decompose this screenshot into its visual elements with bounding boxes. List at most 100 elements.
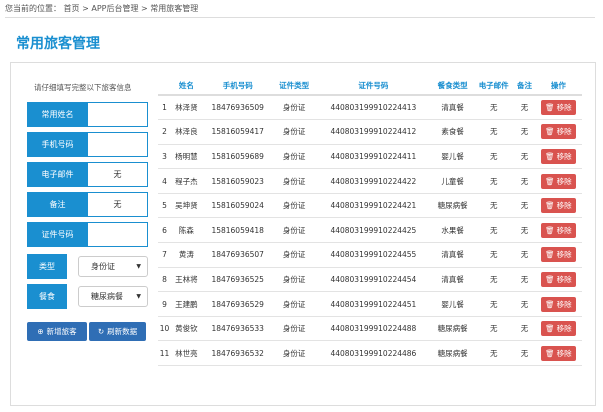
table-cell: 无 — [473, 340, 515, 367]
table-cell: 水果餐 — [432, 217, 474, 244]
table-cell: 黄涛 — [171, 242, 202, 268]
table-cell: 身份证 — [273, 316, 315, 342]
remove-button[interactable]: 🗑 移除 — [541, 222, 576, 238]
crumb-app[interactable]: APP后台管理 — [91, 4, 138, 13]
field-input[interactable] — [88, 102, 148, 127]
table-cell: 王林将 — [171, 267, 202, 293]
form-row: 电子邮件无 — [27, 162, 148, 187]
field-input[interactable]: 无 — [88, 192, 148, 217]
remove-button[interactable]: 🗑 移除 — [541, 148, 576, 164]
table-cell: 18476936525 — [201, 267, 274, 293]
trash-icon: 🗑 — [545, 324, 555, 334]
column-header: 证件类型 — [273, 76, 315, 96]
remove-button[interactable]: 🗑 移除 — [541, 100, 576, 116]
crumb-home[interactable]: 首页 — [64, 4, 80, 13]
remove-button[interactable]: 🗑 移除 — [541, 198, 576, 214]
remove-button[interactable]: 🗑 移除 — [541, 296, 576, 312]
table-row: 1 林泽贤 18476936509 身份证 440803199910224413 清真餐无… — [158, 95, 582, 121]
table-cell: 身份证 — [273, 119, 315, 145]
remove-button[interactable]: 🗑 移除 — [541, 345, 576, 361]
trash-icon: 🗑 — [545, 201, 555, 211]
table-cell: 无 — [514, 144, 535, 170]
table-cell: 黄俊钦 — [171, 316, 202, 342]
passenger-table: 姓名 手机号码 证件类型 证件号码 餐食类型 电子邮件 备注 操作 1 林泽贤 184769365… — [158, 76, 582, 367]
table-cell: 无 — [514, 291, 535, 317]
table-cell: 5 — [158, 193, 172, 219]
table-cell: 清真餐 — [432, 95, 474, 121]
table-cell: 9 — [158, 291, 172, 317]
field-label: 备注 — [27, 192, 88, 217]
page-title: 常用旅客管理 — [16, 36, 100, 52]
add-passenger-button[interactable]: ⊕ 新增旅客 — [27, 322, 87, 341]
table-cell: 林泽贤 — [171, 95, 202, 121]
field-label: 电子邮件 — [27, 162, 88, 187]
table-cell: 18476936533 — [201, 316, 274, 342]
table-cell: 2 — [158, 119, 172, 145]
table-cell: 无 — [473, 316, 515, 342]
table-cell: 440803199910224422 — [314, 168, 433, 194]
table-cell: 440803199910224486 — [314, 340, 433, 367]
table-cell: 无 — [473, 144, 515, 170]
table-row: 10 黄俊钦 18476936533 身份证 440803199910224488 糖尿病… — [158, 316, 582, 342]
table-cell: 林世亮 — [171, 340, 202, 367]
field-label: 手机号码 — [27, 132, 88, 157]
table-cell: 440803199910224411 — [314, 144, 433, 170]
table-row: 9 王建鹏 18476936529 身份证 440803199910224451 婴儿餐无… — [158, 291, 582, 317]
table-cell: 18476936509 — [201, 95, 274, 121]
trash-icon: 🗑 — [545, 299, 555, 309]
table-row: 6 陈森 15816059418 身份证 440803199910224425 水果餐无无… — [158, 217, 582, 244]
refresh-data-button[interactable]: ↻ 刷新数据 — [89, 322, 146, 341]
table-cell: 无 — [514, 217, 535, 244]
table-cell: 无 — [473, 242, 515, 268]
select-dropdown[interactable]: 身份证 ▼ — [78, 256, 148, 277]
trash-icon: 🗑 — [545, 151, 555, 161]
table-cell: 18476936507 — [201, 242, 274, 268]
remove-button[interactable]: 🗑 移除 — [541, 173, 576, 189]
table-cell: 7 — [158, 242, 172, 268]
table-cell: 无 — [473, 193, 515, 219]
table-cell: 无 — [473, 168, 515, 194]
select-row: 类型 身份证 ▼ — [27, 254, 148, 279]
table-cell: 身份证 — [273, 144, 315, 170]
trash-icon: 🗑 — [545, 127, 555, 137]
table-cell: 440803199910224413 — [314, 95, 433, 121]
table-cell: 18476936532 — [201, 340, 274, 367]
refresh-icon: ↻ — [97, 327, 105, 336]
table-cell: 王建鹏 — [171, 291, 202, 317]
table-cell: 陈森 — [171, 217, 202, 244]
table-row: 5 吴坤贤 15816059024 身份证 440803199910224421 糖尿病餐… — [158, 193, 582, 219]
select-dropdown[interactable]: 糖尿病餐 ▼ — [78, 286, 148, 307]
table-row: 8 王林将 18476936525 身份证 440803199910224454 清真餐无… — [158, 267, 582, 293]
table-cell: 无 — [473, 119, 515, 145]
table-cell: 8 — [158, 267, 172, 293]
column-header: 手机号码 — [201, 76, 274, 96]
field-input[interactable] — [88, 132, 148, 157]
remove-button[interactable]: 🗑 移除 — [541, 124, 576, 140]
column-header — [158, 76, 172, 96]
trash-icon: 🗑 — [545, 250, 555, 260]
table-cell: 糖尿病餐 — [432, 193, 474, 219]
table-row: 7 黄涛 18476936507 身份证 440803199910224455 清真餐无无… — [158, 242, 582, 268]
table-cell: 15816059417 — [201, 119, 274, 145]
table-cell: 无 — [514, 95, 535, 121]
form-row: 证件号码 — [27, 222, 148, 247]
table-row: 2 林泽良 15816059417 身份证 440803199910224412 素食餐无… — [158, 119, 582, 145]
trash-icon: 🗑 — [545, 225, 555, 235]
remove-button[interactable]: 🗑 移除 — [541, 247, 576, 263]
table-cell: 婴儿餐 — [432, 291, 474, 317]
remove-button[interactable]: 🗑 移除 — [541, 321, 576, 337]
trash-icon: 🗑 — [545, 274, 555, 284]
trash-icon: 🗑 — [545, 103, 555, 113]
table-cell: 440803199910224425 — [314, 217, 433, 244]
field-input[interactable] — [88, 222, 148, 247]
table-cell: 身份证 — [273, 217, 315, 244]
field-input[interactable]: 无 — [88, 162, 148, 187]
table-cell: 440803199910224421 — [314, 193, 433, 219]
remove-button[interactable]: 🗑 移除 — [541, 271, 576, 287]
table-cell: 18476936529 — [201, 291, 274, 317]
table-cell: 1 — [158, 95, 172, 121]
table-cell: 婴儿餐 — [432, 144, 474, 170]
table-cell: 3 — [158, 144, 172, 170]
form-row: 常用姓名 — [27, 102, 148, 127]
table-cell: 15816059023 — [201, 168, 274, 194]
